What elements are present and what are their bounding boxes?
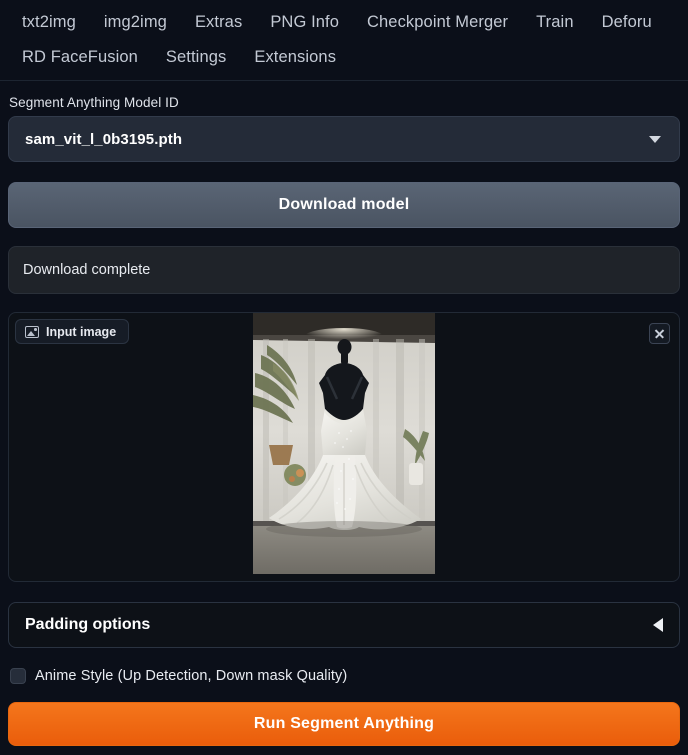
tab-img2img[interactable]: img2img	[90, 8, 181, 37]
anime-style-checkbox[interactable]	[10, 668, 26, 684]
input-image-panel[interactable]: Input image	[8, 312, 680, 582]
anime-style-label: Anime Style (Up Detection, Down mask Qua…	[35, 668, 348, 684]
model-id-value: sam_vit_l_0b3195.pth	[25, 130, 183, 148]
model-id-label: Segment Anything Model ID	[9, 95, 179, 110]
main-tab-bar: txt2img img2img Extras PNG Info Checkpoi…	[0, 0, 688, 81]
chevron-down-icon	[649, 135, 661, 143]
tab-row-primary: txt2img img2img Extras PNG Info Checkpoi…	[0, 8, 688, 37]
tab-extras[interactable]: Extras	[181, 8, 256, 37]
padding-options-title: Padding options	[25, 616, 151, 633]
tab-extensions[interactable]: Extensions	[240, 43, 350, 72]
anime-style-row: Anime Style (Up Detection, Down mask Qua…	[8, 668, 680, 684]
download-status-box[interactable]: Download complete	[8, 246, 680, 294]
input-image-tab: Input image	[15, 319, 130, 344]
tab-rd-facefusion[interactable]: RD FaceFusion	[8, 43, 152, 72]
tab-checkpoint-merger[interactable]: Checkpoint Merger	[353, 8, 522, 37]
tab-deforum[interactable]: Deforu	[588, 8, 666, 37]
close-icon[interactable]	[649, 323, 670, 344]
tab-train[interactable]: Train	[522, 8, 587, 37]
segment-anything-page: txt2img img2img Extras PNG Info Checkpoi…	[0, 0, 688, 755]
tab-png-info[interactable]: PNG Info	[256, 8, 353, 37]
input-image-tab-label: Input image	[46, 324, 117, 339]
chevron-left-icon	[653, 618, 663, 632]
input-image-preview	[253, 313, 435, 574]
model-id-dropdown[interactable]: sam_vit_l_0b3195.pth	[8, 116, 680, 162]
tab-txt2img[interactable]: txt2img	[8, 8, 90, 37]
run-segment-anything-button[interactable]: Run Segment Anything	[8, 702, 680, 746]
tab-row-secondary: RD FaceFusion Settings Extensions	[0, 43, 688, 80]
download-status-text: Download complete	[23, 262, 151, 278]
page-body: Segment Anything Model ID sam_vit_l_0b31…	[0, 95, 688, 746]
picture-icon	[25, 325, 39, 338]
download-model-button[interactable]: Download model	[8, 182, 680, 228]
tab-settings[interactable]: Settings	[152, 43, 240, 72]
padding-options-accordion[interactable]: Padding options	[8, 602, 680, 648]
